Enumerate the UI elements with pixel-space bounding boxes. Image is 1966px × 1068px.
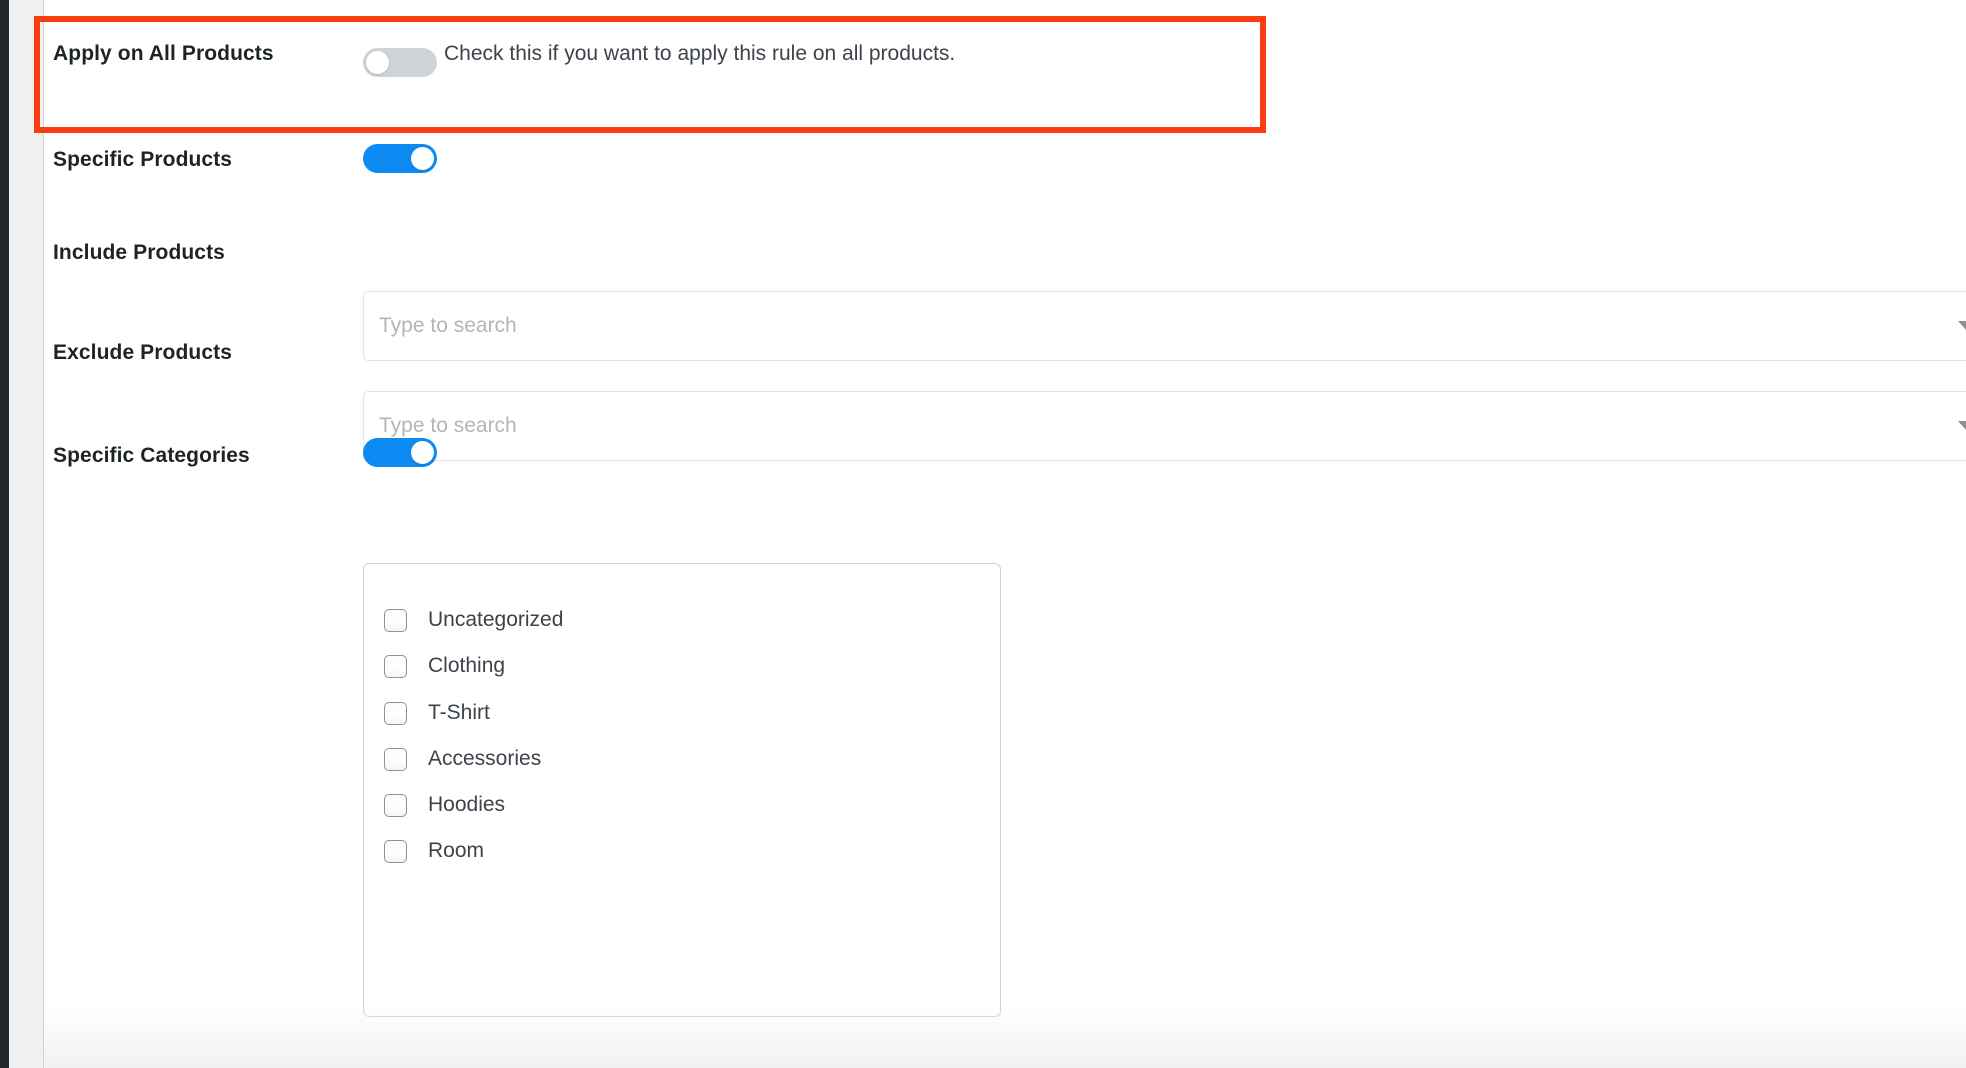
categories-checkbox-panel: Uncategorized Clothing T-Shirt Accessori… bbox=[363, 563, 1001, 1017]
screen: Apply on All Products Check this if you … bbox=[0, 0, 1966, 1068]
specific-categories-label: Specific Categories bbox=[53, 444, 250, 467]
category-label: Room bbox=[428, 839, 485, 862]
category-label: Clothing bbox=[428, 654, 506, 677]
category-label: T-Shirt bbox=[428, 701, 490, 724]
admin-sidebar-gutter bbox=[9, 0, 43, 1068]
category-checkbox-item[interactable]: Uncategorized bbox=[384, 608, 563, 632]
checkbox-icon[interactable] bbox=[384, 701, 407, 725]
checkbox-icon[interactable] bbox=[384, 793, 407, 817]
category-checkbox-item[interactable]: Hoodies bbox=[384, 793, 505, 817]
toggle-knob bbox=[366, 51, 389, 74]
checkbox-icon[interactable] bbox=[384, 839, 407, 863]
category-checkbox-item[interactable]: Room bbox=[384, 839, 484, 863]
specific-products-label: Specific Products bbox=[53, 148, 233, 171]
category-label: Accessories bbox=[428, 747, 542, 770]
exclude-products-label: Exclude Products bbox=[53, 341, 232, 364]
category-label: Hoodies bbox=[428, 793, 506, 816]
chevron-down-icon[interactable] bbox=[1958, 421, 1966, 431]
category-checkbox-item[interactable]: Accessories bbox=[384, 747, 541, 771]
checkbox-icon[interactable] bbox=[384, 608, 407, 632]
checkbox-icon[interactable] bbox=[384, 654, 407, 678]
exclude-products-select[interactable]: Type to search bbox=[363, 391, 1966, 461]
toggle-knob bbox=[411, 441, 434, 464]
settings-form-panel: Apply on All Products Check this if you … bbox=[44, 0, 1966, 1068]
apply-on-all-products-label: Apply on All Products bbox=[53, 42, 274, 65]
toggle-knob bbox=[411, 147, 434, 170]
include-products-label: Include Products bbox=[53, 241, 225, 264]
admin-sidebar-rail bbox=[0, 0, 9, 1068]
apply-on-all-products-toggle[interactable] bbox=[363, 48, 437, 77]
page-bottom-fade bbox=[44, 1006, 1966, 1068]
specific-products-toggle[interactable] bbox=[363, 144, 437, 173]
chevron-down-icon[interactable] bbox=[1958, 321, 1966, 331]
category-checkbox-item[interactable]: T-Shirt bbox=[384, 701, 490, 725]
specific-categories-toggle[interactable] bbox=[363, 438, 437, 467]
category-label: Uncategorized bbox=[428, 608, 564, 631]
include-products-placeholder: Type to search bbox=[379, 314, 517, 337]
exclude-products-placeholder: Type to search bbox=[379, 414, 517, 437]
apply-on-all-products-helper-text: Check this if you want to apply this rul… bbox=[444, 42, 956, 65]
include-products-select[interactable]: Type to search bbox=[363, 291, 1966, 361]
category-checkbox-item[interactable]: Clothing bbox=[384, 654, 505, 678]
checkbox-icon[interactable] bbox=[384, 747, 407, 771]
